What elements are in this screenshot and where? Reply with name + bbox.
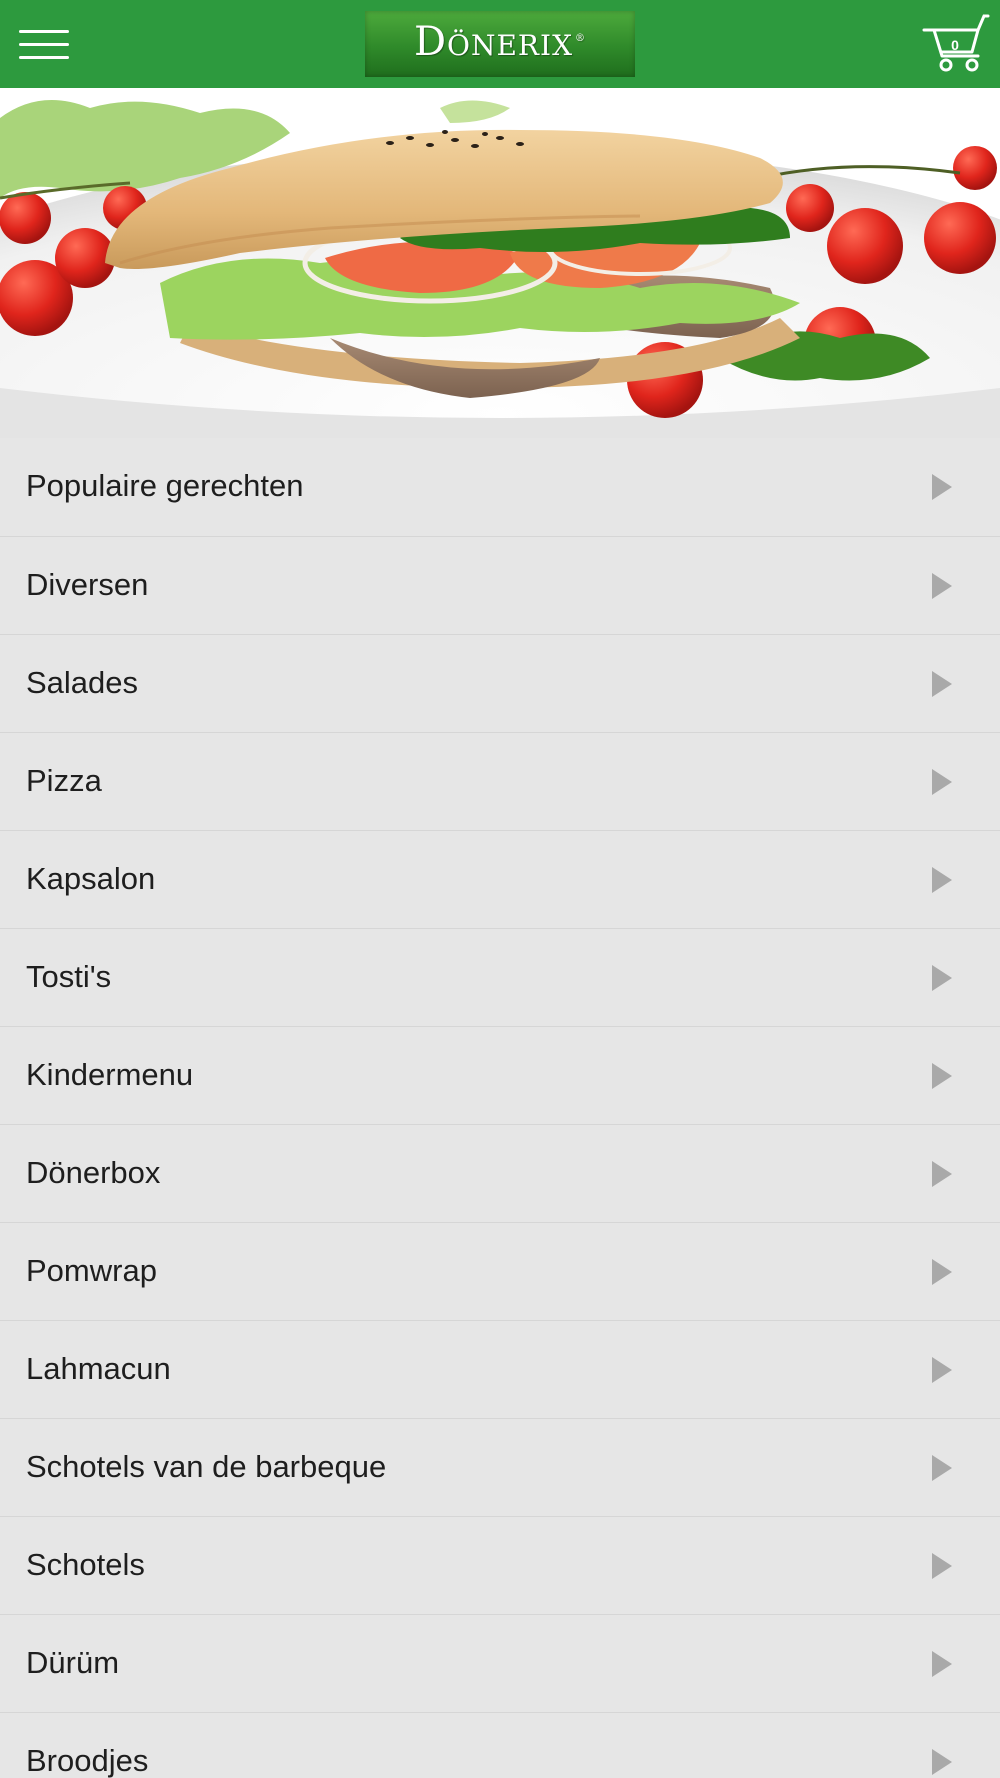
cart-count-badge: 0 (951, 37, 959, 53)
category-row[interactable]: Pizza (0, 732, 1000, 830)
brand-logo[interactable]: Dönerix ® (365, 11, 635, 77)
chevron-right-icon (932, 1063, 952, 1089)
category-row[interactable]: Kindermenu (0, 1026, 1000, 1124)
chevron-right-icon (932, 769, 952, 795)
category-row[interactable]: Dürüm (0, 1614, 1000, 1712)
category-label: Lahmacun (26, 1351, 171, 1386)
app-screen: Dönerix ® 0 Populaire gerechten Diversen… (0, 0, 1000, 1778)
category-label: Populaire gerechten (26, 468, 304, 503)
category-label: Kapsalon (26, 861, 156, 896)
category-row[interactable]: Kapsalon (0, 830, 1000, 928)
category-label: Diversen (26, 567, 149, 602)
chevron-right-icon (932, 573, 952, 599)
category-label: Pomwrap (26, 1253, 157, 1288)
hero-banner (0, 88, 1000, 438)
chevron-right-icon (932, 1161, 952, 1187)
category-row[interactable]: Broodjes (0, 1712, 1000, 1778)
category-label: Broodjes (26, 1743, 149, 1778)
category-row[interactable]: Populaire gerechten (0, 438, 1000, 536)
category-row[interactable]: Schotels van de barbeque (0, 1418, 1000, 1516)
category-label: Dürüm (26, 1645, 120, 1680)
category-label: Schotels van de barbeque (26, 1449, 387, 1484)
category-label: Pizza (26, 763, 102, 798)
chevron-right-icon (932, 671, 952, 697)
chevron-right-icon (932, 1553, 952, 1579)
category-list: Populaire gerechten Diversen Salades Pizza K… (0, 438, 1000, 1778)
chevron-right-icon (932, 867, 952, 893)
chevron-right-icon (932, 1455, 952, 1481)
category-row[interactable]: Diversen (0, 536, 1000, 634)
doner-sandwich-image (0, 88, 1000, 438)
chevron-right-icon (932, 1259, 952, 1285)
category-label: Tosti's (26, 959, 112, 994)
category-row[interactable]: Lahmacun (0, 1320, 1000, 1418)
category-row[interactable]: Salades (0, 634, 1000, 732)
category-label: Schotels (26, 1547, 145, 1582)
chevron-right-icon (932, 474, 952, 500)
cart-button[interactable]: 0 (920, 12, 990, 76)
category-label: Dönerbox (26, 1155, 161, 1190)
category-row[interactable]: Dönerbox (0, 1124, 1000, 1222)
category-label: Salades (26, 665, 139, 700)
chevron-right-icon (932, 1651, 952, 1677)
chevron-right-icon (932, 1357, 952, 1383)
category-row[interactable]: Schotels (0, 1516, 1000, 1614)
chevron-right-icon (932, 1749, 952, 1775)
chevron-right-icon (932, 965, 952, 991)
menu-button[interactable] (14, 18, 76, 70)
app-header: Dönerix ® 0 (0, 0, 1000, 88)
logo-text: Dönerix ® (413, 19, 587, 65)
category-label: Kindermenu (26, 1057, 194, 1092)
category-row[interactable]: Pomwrap (0, 1222, 1000, 1320)
category-row[interactable]: Tosti's (0, 928, 1000, 1026)
